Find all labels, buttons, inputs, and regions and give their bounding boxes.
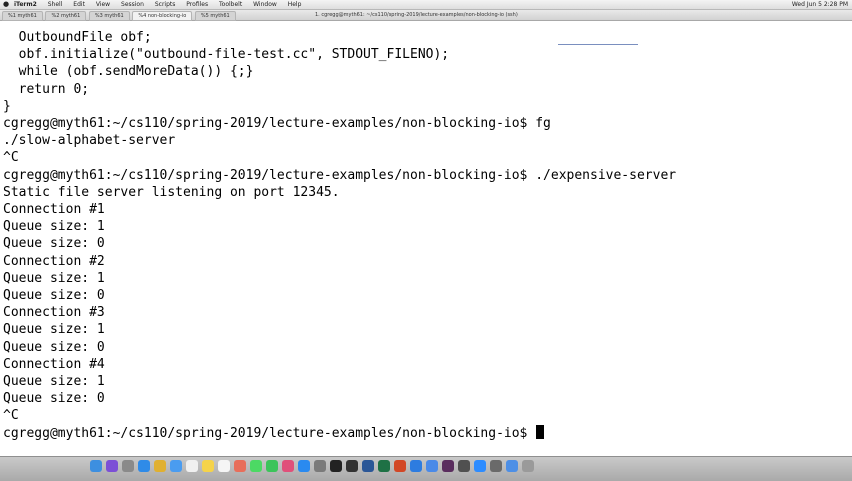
- xcode-icon[interactable]: [426, 460, 438, 472]
- window-title: 1. cgregg@myth61: ~/cs110/spring-2019/le…: [315, 12, 518, 18]
- menu-toolbelt[interactable]: Toolbelt: [219, 1, 242, 8]
- menu-bar: ● iTerm2 Shell Edit View Session Scripts…: [0, 0, 852, 10]
- notes-icon[interactable]: [202, 460, 214, 472]
- trash-icon[interactable]: [522, 460, 534, 472]
- terminal-icon[interactable]: [330, 460, 342, 472]
- reminders-icon[interactable]: [218, 460, 230, 472]
- clock[interactable]: Wed Jun 5 2:28 PM: [792, 1, 848, 8]
- safari-icon[interactable]: [138, 460, 150, 472]
- terminal-output-line: Queue size: 1: [3, 374, 105, 389]
- terminal-prompt-line: cgregg@myth61:~/cs110/spring-2019/lectur…: [3, 167, 676, 184]
- shell-prompt: cgregg@myth61:~/cs110/spring-2019/lectur…: [3, 116, 528, 131]
- quicktime-icon[interactable]: [458, 460, 470, 472]
- status-area: Wed Jun 5 2:28 PM: [784, 0, 848, 9]
- terminal-output-line: Queue size: 1: [3, 219, 105, 235]
- window-titlebar: %1 myth61 %2 myth61 %3 myth61 %4 non-blo…: [0, 10, 852, 21]
- excel-icon[interactable]: [378, 460, 390, 472]
- menu-view[interactable]: View: [96, 1, 110, 8]
- shell-prompt: cgregg@myth61:~/cs110/spring-2019/lectur…: [3, 425, 528, 441]
- menu-session[interactable]: Session: [121, 1, 144, 8]
- facetime-icon[interactable]: [266, 460, 278, 472]
- text-cursor[interactable]: [536, 424, 545, 439]
- terminal-output-line: OutboundFile obf;: [3, 30, 152, 45]
- keynote-icon[interactable]: [410, 460, 422, 472]
- menu-app-name[interactable]: iTerm2: [14, 1, 37, 8]
- terminal-output-line: Queue size: 0: [3, 288, 105, 303]
- terminal-output-line: Connection #1: [3, 202, 105, 217]
- tab-1[interactable]: %1 myth61: [2, 11, 43, 21]
- powerpoint-icon[interactable]: [394, 460, 406, 472]
- menu-edit[interactable]: Edit: [73, 1, 85, 8]
- terminal-output-line: ./slow-alphabet-server: [3, 133, 176, 149]
- apple-menu-icon[interactable]: ●: [3, 0, 9, 9]
- calendar-icon[interactable]: [186, 460, 198, 472]
- menu-profiles[interactable]: Profiles: [186, 1, 208, 8]
- menu-shell[interactable]: Shell: [48, 1, 63, 8]
- terminal-prompt-line: cgregg@myth61:~/cs110/spring-2019/lectur…: [3, 115, 551, 132]
- terminal-prompt-line: cgregg@myth61:~/cs110/spring-2019/lectur…: [3, 424, 545, 442]
- tab-3[interactable]: %3 myth61: [88, 11, 130, 21]
- terminal-output[interactable]: OutboundFile obf; obf.initialize("outbou…: [0, 29, 852, 455]
- appstore-icon[interactable]: [298, 460, 310, 472]
- mail-icon[interactable]: [170, 460, 182, 472]
- terminal-output-line: Connection #2: [3, 253, 105, 269]
- menu-scripts[interactable]: Scripts: [155, 1, 176, 8]
- terminal-output-line: }: [3, 98, 11, 114]
- terminal-output-line: Static file server listening on port 123…: [3, 184, 340, 200]
- terminal-output-line: Queue size: 1: [3, 322, 105, 338]
- shell-command: fg: [527, 116, 551, 131]
- terminal-output-line: Queue size: 1: [3, 270, 105, 286]
- terminal-output-line: Queue size: 0: [3, 391, 105, 407]
- terminal-output-line: while (obf.sendMoreData()) {;}: [3, 64, 254, 80]
- grapher-icon[interactable]: [490, 460, 502, 472]
- launchpad-icon[interactable]: [122, 460, 134, 472]
- slack-icon[interactable]: [442, 460, 454, 472]
- zoom-icon[interactable]: [474, 460, 486, 472]
- terminal-output-line: Queue size: 0: [3, 236, 105, 252]
- word-icon[interactable]: [362, 460, 374, 472]
- terminal-output-line: Connection #4: [3, 356, 105, 372]
- shell-command: ./expensive-server: [527, 167, 677, 183]
- terminal-output-line: obf.initialize("outbound-file-test.cc", …: [3, 47, 450, 63]
- dock-icons: [90, 460, 538, 479]
- terminal-output-line: return 0;: [3, 81, 90, 97]
- photos-icon[interactable]: [234, 460, 246, 472]
- terminal-output-line: ^C: [3, 408, 19, 424]
- menu-items: iTerm2 Shell Edit View Session Scripts P…: [14, 0, 310, 9]
- tab-4[interactable]: %4 non-blocking-io: [132, 11, 193, 21]
- siri-icon[interactable]: [106, 460, 118, 472]
- shell-command: [527, 426, 535, 441]
- terminal-output-line: Connection #3: [3, 305, 105, 321]
- messages-icon[interactable]: [250, 460, 262, 472]
- tab-2[interactable]: %2 myth61: [45, 11, 87, 21]
- terminal-output-line: Queue size: 0: [3, 339, 105, 355]
- finder-icon[interactable]: [90, 460, 102, 472]
- preferences-icon[interactable]: [314, 460, 326, 472]
- dock: [0, 456, 852, 481]
- tab-5[interactable]: %5 myth61: [194, 11, 236, 21]
- menu-window[interactable]: Window: [253, 1, 277, 8]
- chrome-icon[interactable]: [154, 460, 166, 472]
- iterm-icon[interactable]: [346, 460, 358, 472]
- tab-bar: %1 myth61 %2 myth61 %3 myth61 %4 non-blo…: [2, 11, 237, 21]
- shell-prompt: cgregg@myth61:~/cs110/spring-2019/lectur…: [3, 167, 528, 183]
- menu-help[interactable]: Help: [288, 1, 302, 8]
- terminal-output-line: ^C: [3, 150, 19, 166]
- itunes-icon[interactable]: [282, 460, 294, 472]
- downloads-icon[interactable]: [506, 460, 518, 472]
